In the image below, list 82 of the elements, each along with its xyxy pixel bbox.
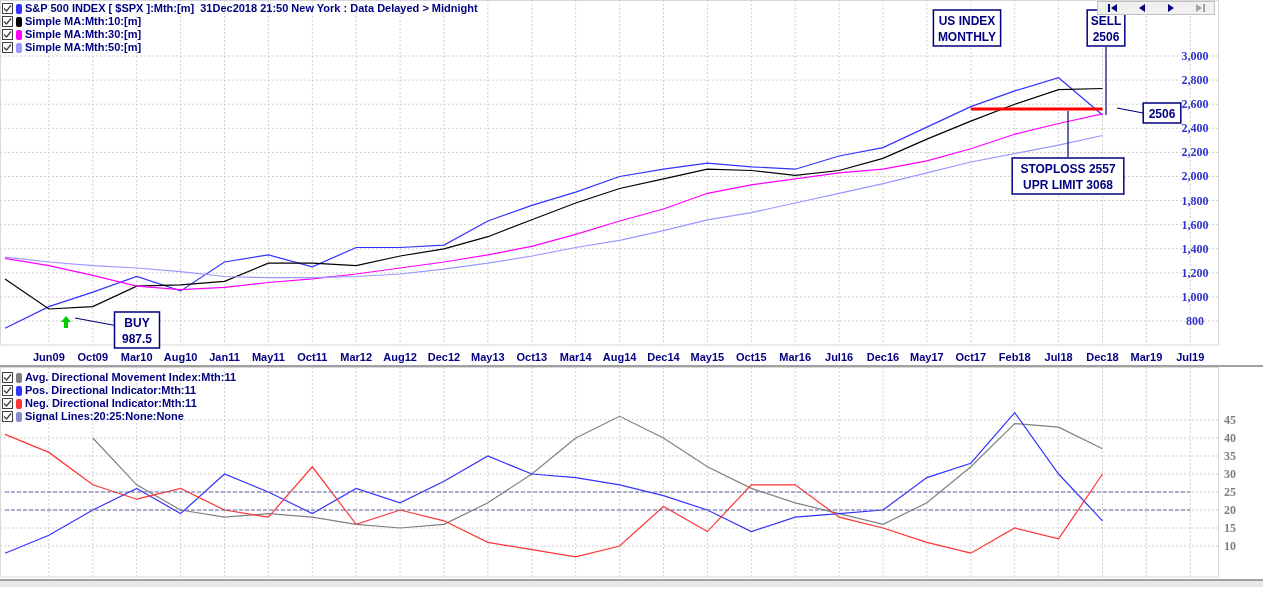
axis-label: 3,000 xyxy=(1181,49,1209,63)
axis-label: May13 xyxy=(471,351,505,363)
axis-label: 2,200 xyxy=(1181,145,1209,160)
axis-label: 2,000 xyxy=(1181,169,1209,184)
axis-label: Jul18 xyxy=(1044,351,1073,363)
axis-label: 35 xyxy=(1224,448,1236,463)
axis-label: May17 xyxy=(910,351,944,363)
checkbox[interactable] xyxy=(2,29,13,40)
axis-label: 40 xyxy=(1224,430,1236,445)
leader-line xyxy=(1105,46,1107,116)
axis-label: Dec18 xyxy=(1086,351,1119,363)
axis-label: Jul16 xyxy=(825,351,854,363)
axis-label: 45 xyxy=(1224,412,1236,427)
axis-label: Mar16 xyxy=(779,351,812,363)
callout-text: 2506 xyxy=(1148,107,1176,121)
axis-label: 1,400 xyxy=(1181,241,1209,256)
callout-box xyxy=(113,311,161,349)
axis-label: 30 xyxy=(1224,467,1236,481)
axis-label: 1,800 xyxy=(1181,193,1209,208)
legend-label: Avg. Directional Movement Index:Mth:11 xyxy=(25,372,237,383)
axis-label: Mar19 xyxy=(1130,351,1163,363)
legend-label: Neg. Directional Indicator:Mth:11 xyxy=(25,398,197,409)
checkbox[interactable] xyxy=(2,3,13,14)
axis-label: Aug14 xyxy=(602,351,637,363)
checkbox[interactable] xyxy=(2,372,13,383)
axis-label: Aug12 xyxy=(383,351,417,363)
legend-label: S&P 500 INDEX [ $SPX ]:Mth:[m] 31Dec2018 21:50 New York : Data Delayed > Midnight xyxy=(25,3,478,14)
callout-text: BUY xyxy=(124,316,150,330)
axis-label: Oct15 xyxy=(736,351,767,363)
axis-label: 1,200 xyxy=(1181,265,1209,280)
checkbox[interactable] xyxy=(2,398,13,409)
callout-text: US INDEX xyxy=(938,14,996,28)
leader-line xyxy=(1116,107,1144,114)
axis-label: Mar12 xyxy=(340,351,373,363)
skip-start-icon xyxy=(1106,2,1119,14)
axis-label: Mar10 xyxy=(120,351,153,363)
axis-label: Dec16 xyxy=(866,351,900,363)
axis-label: May15 xyxy=(690,351,725,363)
legend-label: Simple MA:Mth:30:[m] xyxy=(25,29,142,40)
callout-text: STOPLOSS 2557 xyxy=(1020,162,1116,176)
axis-label: Mar14 xyxy=(559,351,592,363)
callout-text: SELL xyxy=(1090,14,1122,28)
axis-label: Oct11 xyxy=(297,351,328,363)
axis-label: 10 xyxy=(1224,539,1236,553)
callout-text: 2506 xyxy=(1092,30,1120,44)
axis-label: Oct13 xyxy=(516,351,548,363)
checkbox[interactable] xyxy=(2,385,13,396)
callout-text: 987.5 xyxy=(122,332,152,346)
axis-label: Jul19 xyxy=(1176,351,1205,363)
axis-label: 1,000 xyxy=(1181,289,1209,304)
checkbox[interactable] xyxy=(2,16,13,27)
axis-label: Jan11 xyxy=(209,351,240,363)
axis-label: 15 xyxy=(1224,521,1236,535)
leader-line xyxy=(1067,110,1069,158)
callout-box xyxy=(932,9,1002,47)
axis-label: Jun09 xyxy=(33,351,65,363)
axis-label: 1,600 xyxy=(1181,217,1209,232)
legend-label: Pos. Directional Indicator:Mth:11 xyxy=(25,385,197,396)
axis-label: Dec12 xyxy=(427,351,461,363)
checkbox[interactable] xyxy=(2,42,13,53)
scrollbar[interactable] xyxy=(0,579,1263,587)
checkbox[interactable] xyxy=(2,411,13,422)
axis-label: Dec14 xyxy=(647,351,680,363)
callout-text: MONTHLY xyxy=(937,30,997,44)
skip-end-icon xyxy=(1193,2,1206,14)
legend-label: Simple MA:Mth:50:[m] xyxy=(25,42,142,53)
callout-box xyxy=(1142,102,1182,124)
axis-label: 25 xyxy=(1224,485,1236,499)
axis-label: Oct09 xyxy=(77,351,109,363)
legend-label: Signal Lines:20:25:None:None xyxy=(25,411,184,422)
axis-label: Aug10 xyxy=(163,351,198,363)
up-arrow-icon xyxy=(61,316,71,328)
axis-label: Feb18 xyxy=(998,351,1031,363)
axis-label: May11 xyxy=(251,351,285,363)
axis-label: 20 xyxy=(1224,503,1236,517)
legend-label: Simple MA:Mth:10:[m] xyxy=(25,16,142,27)
axis-label: 2,400 xyxy=(1181,121,1209,136)
axis-label: 800 xyxy=(1186,314,1204,329)
callout-text: UPR LIMIT 3068 xyxy=(1023,178,1113,192)
axis-label: Oct17 xyxy=(955,351,987,363)
axis-label: 2,600 xyxy=(1181,97,1209,112)
axis-label: 2,800 xyxy=(1181,73,1209,88)
